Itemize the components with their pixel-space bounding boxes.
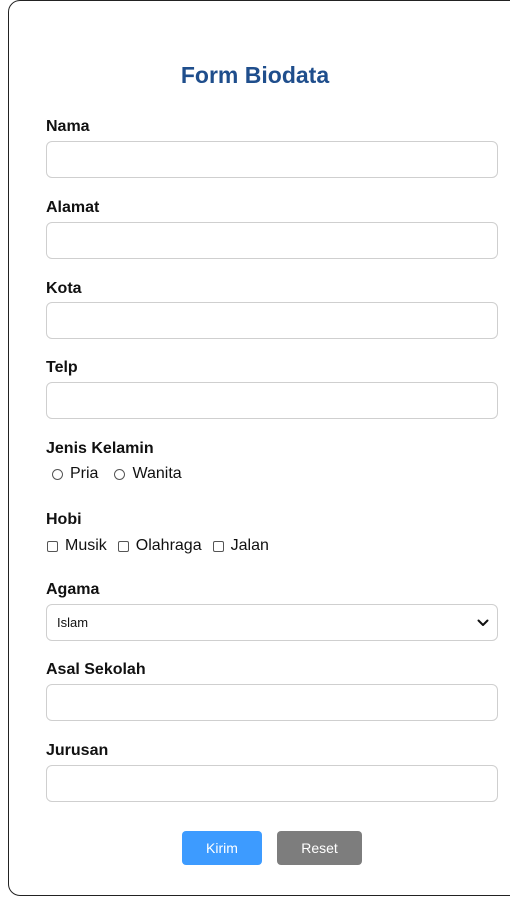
- gender-options: Pria Wanita: [46, 463, 192, 485]
- form-title: Form Biodata: [180, 62, 330, 88]
- religion-label: Agama: [46, 581, 100, 598]
- jalan-checkbox[interactable]: [212, 540, 224, 552]
- religion-selected-value: Islam: [57, 615, 89, 630]
- wanita-radio[interactable]: [114, 468, 126, 480]
- jurusan-label: Jurusan: [46, 742, 109, 759]
- pria-radio[interactable]: [52, 468, 63, 480]
- asal-sekolah-label: Asal Sekolah: [46, 661, 146, 678]
- hobby-option-jalan[interactable]: Jalan: [212, 537, 269, 555]
- kota-input[interactable]: [46, 302, 498, 339]
- gender-label: Jenis Kelamin: [46, 440, 154, 457]
- religion-select[interactable]: Islam: [46, 604, 498, 641]
- jalan-checkbox-label: Jalan: [230, 537, 269, 554]
- nama-input[interactable]: [46, 141, 498, 178]
- hobby-option-olahraga[interactable]: Olahraga: [117, 537, 202, 555]
- hobby-options: Musik Olahraga Jalan: [46, 535, 279, 557]
- hobby-label: Hobi: [46, 511, 82, 528]
- alamat-input[interactable]: [46, 222, 498, 259]
- pria-radio-label: Pria: [70, 465, 99, 482]
- asal-sekolah-input[interactable]: [46, 684, 498, 721]
- musik-checkbox[interactable]: [47, 540, 58, 552]
- reset-button[interactable]: Reset: [277, 831, 362, 865]
- musik-checkbox-label: Musik: [65, 537, 107, 554]
- gender-option-pria[interactable]: Pria: [46, 465, 98, 483]
- kota-label: Kota: [46, 280, 82, 297]
- nama-label: Nama: [46, 118, 90, 135]
- submit-button[interactable]: Kirim: [182, 831, 262, 865]
- alamat-label: Alamat: [46, 199, 100, 216]
- jurusan-input[interactable]: [46, 765, 498, 802]
- gender-option-wanita[interactable]: Wanita: [108, 465, 182, 483]
- olahraga-checkbox[interactable]: [117, 540, 129, 552]
- hobby-option-musik[interactable]: Musik: [46, 537, 107, 555]
- olahraga-checkbox-label: Olahraga: [135, 537, 202, 554]
- telp-input[interactable]: [46, 382, 498, 419]
- telp-label: Telp: [46, 359, 78, 376]
- wanita-radio-label: Wanita: [132, 465, 182, 482]
- chevron-down-icon: [477, 619, 489, 627]
